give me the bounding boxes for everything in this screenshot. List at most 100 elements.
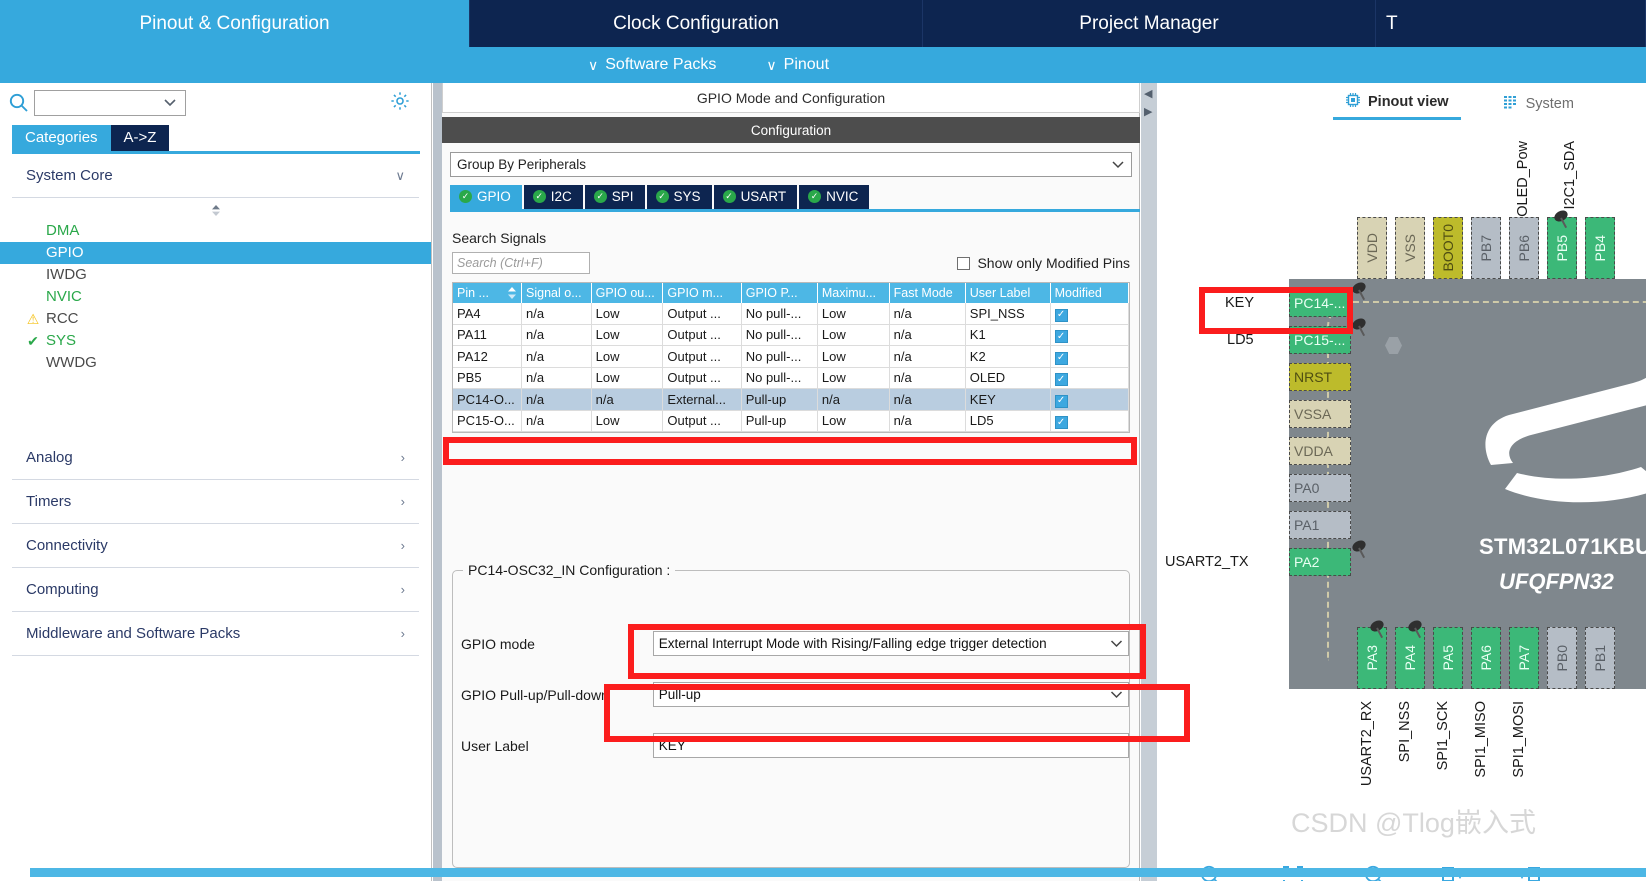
- user-label-value: KEY: [658, 738, 686, 753]
- peripheral-nvic[interactable]: NVIC: [46, 286, 431, 308]
- chip-pin-pc14[interactable]: PC14-...: [1289, 289, 1351, 317]
- col-gpio-mode[interactable]: GPIO m...: [662, 283, 742, 303]
- gpio-mode-dropdown[interactable]: External Interrupt Mode with Rising/Fall…: [652, 631, 1129, 656]
- section-system-core[interactable]: System Core ∨: [12, 154, 419, 198]
- tab-categories[interactable]: Categories: [12, 125, 111, 151]
- cell-modified[interactable]: ✓: [1050, 303, 1130, 325]
- table-header-row: Pin ... Signal o... GPIO ou... GPIO m...…: [453, 283, 1130, 303]
- pin-table[interactable]: Pin ... Signal o... GPIO ou... GPIO m...…: [452, 282, 1130, 433]
- left-splitter[interactable]: [433, 83, 442, 881]
- category-search-input[interactable]: [34, 90, 186, 116]
- chip-pin-pb6[interactable]: PB6: [1509, 217, 1539, 279]
- section-computing[interactable]: Computing ›: [12, 568, 419, 612]
- gear-icon[interactable]: [389, 90, 411, 117]
- table-row[interactable]: PB5 n/a Low Output ... No pull-... Low n…: [453, 367, 1130, 389]
- tab-system-view[interactable]: System: [1491, 91, 1586, 119]
- ptab-usart[interactable]: ✓ USART: [713, 185, 798, 209]
- table-row[interactable]: PC14-O... n/a n/a External... Pull-up n/…: [453, 388, 1130, 411]
- tab-pinout-configuration[interactable]: Pinout & Configuration: [0, 0, 470, 47]
- cell-pin: PA11: [453, 324, 523, 346]
- peripheral-rcc[interactable]: ⚠ RCC: [27, 308, 431, 330]
- collapse-left-icon[interactable]: ◀: [1144, 89, 1152, 100]
- cubemx-window: Pinout & Configuration Clock Configurati…: [0, 0, 1646, 881]
- chip-pin-vssa[interactable]: VSSA: [1289, 400, 1351, 428]
- gpio-pull-dropdown[interactable]: Pull-up: [652, 682, 1129, 707]
- ptab-sys[interactable]: ✓ SYS: [646, 185, 712, 209]
- cell-modified[interactable]: ✓: [1050, 324, 1130, 346]
- table-row[interactable]: PA4 n/a Low Output ... No pull-... Low n…: [453, 303, 1130, 325]
- user-label-input[interactable]: KEY: [652, 733, 1129, 758]
- right-splitter[interactable]: ◀ ▶: [1141, 83, 1157, 881]
- col-gpio-output-level[interactable]: GPIO ou...: [591, 283, 664, 303]
- checkbox-checked-icon: ✓: [1054, 373, 1068, 386]
- peripheral-wwdg[interactable]: WWDG: [46, 352, 431, 374]
- peripheral-label: WWDG: [46, 354, 97, 371]
- chip-pin-pb0[interactable]: PB0: [1547, 627, 1577, 689]
- col-maximum-speed[interactable]: Maximu...: [817, 283, 890, 303]
- peripheral-gpio[interactable]: GPIO: [0, 242, 431, 264]
- ptab-spi[interactable]: ✓ SPI: [584, 185, 645, 209]
- peripheral-iwdg[interactable]: IWDG: [46, 264, 431, 286]
- table-row[interactable]: PA11 n/a Low Output ... No pull-... Low …: [453, 324, 1130, 346]
- chip-pin-pb1[interactable]: PB1: [1585, 627, 1615, 689]
- chip-pin-pb4[interactable]: PB4: [1585, 217, 1615, 279]
- col-gpio-pull[interactable]: GPIO P...: [741, 283, 818, 303]
- tab-project-manager[interactable]: Project Manager: [923, 0, 1376, 47]
- list-icon: [1503, 94, 1519, 114]
- tab-clock-configuration[interactable]: Clock Configuration: [470, 0, 923, 47]
- ptab-i2c[interactable]: ✓ I2C: [523, 185, 583, 209]
- group-by-dropdown[interactable]: Group By Peripherals: [450, 152, 1132, 177]
- table-row[interactable]: PA12 n/a Low Output ... No pull-... Low …: [453, 345, 1130, 368]
- chip-pin-nrst[interactable]: NRST: [1289, 363, 1351, 391]
- cell-modified[interactable]: ✓: [1050, 388, 1130, 411]
- pinout-menu[interactable]: ∨ Pinout: [766, 56, 829, 74]
- section-analog[interactable]: Analog ›: [12, 436, 419, 480]
- chip-pin-vdd[interactable]: VDD: [1357, 217, 1387, 279]
- chip-pin-pa5[interactable]: PA5: [1433, 627, 1463, 689]
- show-only-modified-pins-checkbox[interactable]: Show only Modified Pins: [957, 255, 1130, 271]
- chip-pin-pa6[interactable]: PA6: [1471, 627, 1501, 689]
- chip-pin-pa2[interactable]: PA2: [1289, 548, 1351, 576]
- chip-pin-pa7[interactable]: PA7: [1509, 627, 1539, 689]
- chip-pin-pc15[interactable]: PC15-...: [1289, 326, 1351, 354]
- cell-fast-mode: n/a: [889, 388, 966, 411]
- sub-tool-bar: ∨ Software Packs ∨ Pinout: [0, 47, 1646, 83]
- scroll-updown-icon[interactable]: [0, 198, 431, 218]
- chip-pin-boot0[interactable]: BOOT0: [1433, 217, 1463, 279]
- chip-pin-pa1[interactable]: PA1: [1289, 511, 1351, 539]
- ptab-nvic[interactable]: ✓ NVIC: [799, 185, 870, 209]
- peripheral-sys[interactable]: ✔ SYS: [27, 330, 431, 352]
- cell-fast-mode: n/a: [889, 303, 966, 325]
- expand-right-icon[interactable]: ▶: [1144, 107, 1152, 118]
- cell-modified[interactable]: ✓: [1050, 410, 1130, 432]
- col-modified[interactable]: Modified: [1050, 283, 1130, 303]
- section-middleware[interactable]: Middleware and Software Packs ›: [12, 612, 419, 656]
- col-pin[interactable]: Pin ...: [453, 283, 523, 303]
- peripheral-dma[interactable]: DMA: [46, 220, 431, 242]
- chip-pin-pa0[interactable]: PA0: [1289, 474, 1351, 502]
- col-signal-on-pin[interactable]: Signal o...: [521, 283, 592, 303]
- tab-a-to-z[interactable]: A->Z: [110, 125, 170, 151]
- chip-pin-pb7[interactable]: PB7: [1471, 217, 1501, 279]
- pushpin-icon: [1365, 617, 1387, 639]
- table-row[interactable]: PC15-O... n/a Low Output ... Pull-up Low…: [453, 410, 1130, 432]
- col-fast-mode[interactable]: Fast Mode: [889, 283, 966, 303]
- chip-pin-vdda[interactable]: VDDA: [1289, 437, 1351, 465]
- section-timers[interactable]: Timers ›: [12, 480, 419, 524]
- cell-modified[interactable]: ✓: [1050, 367, 1130, 389]
- search-signals-input[interactable]: Search (Ctrl+F): [452, 252, 590, 274]
- software-packs-menu[interactable]: ∨ Software Packs: [588, 56, 716, 74]
- ptab-gpio[interactable]: ✓ GPIO: [450, 185, 522, 209]
- cell-modified[interactable]: ✓: [1050, 345, 1130, 368]
- section-connectivity[interactable]: Connectivity ›: [12, 524, 419, 568]
- chip-diagram[interactable]: OLED_Pow I2C1_SDA VSS STM32L071KBUx UFQF…: [1157, 129, 1646, 809]
- tab-tools-truncated[interactable]: T: [1376, 0, 1646, 47]
- chevron-right-icon: ›: [400, 626, 405, 641]
- ptab-label: SPI: [611, 189, 634, 204]
- cell-mode: Output ...: [662, 303, 742, 325]
- cell-user-label: SPI_NSS: [965, 303, 1051, 325]
- section-label: Middleware and Software Packs: [26, 625, 241, 642]
- col-user-label[interactable]: User Label: [965, 283, 1051, 303]
- chip-pin-vss[interactable]: VSS: [1395, 217, 1425, 279]
- tab-pinout-view[interactable]: Pinout view: [1333, 89, 1461, 120]
